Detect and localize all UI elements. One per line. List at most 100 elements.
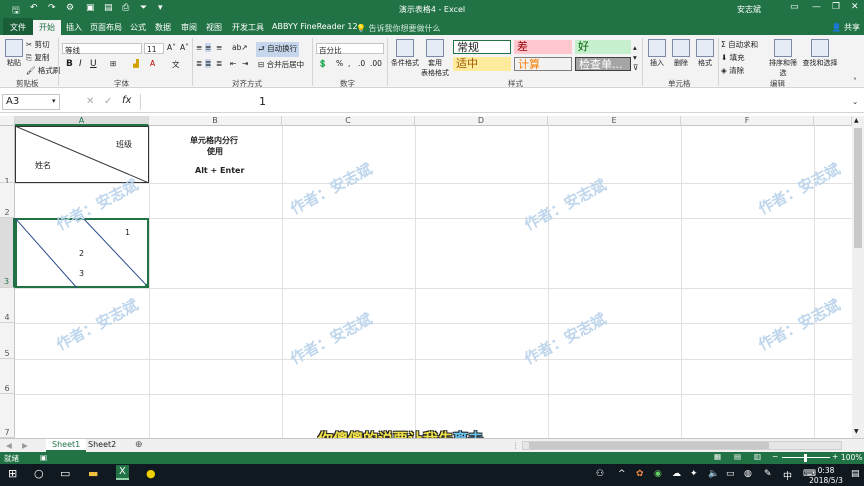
notification-icon[interactable]: ▤	[851, 469, 860, 479]
increase-indent-icon[interactable]: ⇥	[242, 59, 248, 68]
vertical-scrollbar[interactable]: ▲ ▼	[852, 116, 864, 438]
align-left-icon[interactable]: ≣	[196, 59, 202, 68]
tab-view[interactable]: 视图	[206, 22, 222, 33]
zoom-in-icon[interactable]: +	[832, 452, 838, 461]
column-header-a[interactable]: A	[15, 116, 149, 126]
row-header-4[interactable]: 4	[0, 288, 15, 323]
font-color-icon[interactable]: A	[150, 59, 155, 68]
prev-sheet-icon[interactable]: ◀	[6, 441, 12, 450]
style-calculation[interactable]: 计算	[514, 57, 572, 71]
fill-color-icon[interactable]: ▟	[133, 59, 139, 68]
minimize-icon[interactable]: —	[812, 2, 821, 12]
normal-view-icon[interactable]: ▦	[714, 452, 721, 461]
ribbon-display-icon[interactable]: ▭	[790, 2, 799, 12]
format-cells-button[interactable]: 格式	[694, 39, 716, 68]
tab-home[interactable]: 开始	[33, 20, 61, 35]
align-right-icon[interactable]: ≣	[216, 59, 222, 68]
volume-icon[interactable]: 🔈	[708, 469, 719, 479]
style-good[interactable]: 好	[575, 40, 631, 54]
expand-formula-icon[interactable]: ⌄	[852, 97, 858, 106]
add-sheet-icon[interactable]: ⊕	[135, 440, 143, 450]
merge-center-button[interactable]: ⊟ 合并后居中	[258, 59, 304, 70]
tab-data[interactable]: 数据	[155, 22, 171, 33]
network-icon[interactable]: ◍	[744, 469, 752, 479]
app-taskbar-icon[interactable]: ●	[146, 467, 156, 480]
tab-formulas[interactable]: 公式	[130, 22, 146, 33]
h-scroll-thumb[interactable]	[529, 442, 769, 449]
zoom-level[interactable]: 100%	[841, 453, 862, 462]
italic-button[interactable]: I	[79, 59, 82, 69]
font-name-select[interactable]: 等线	[62, 43, 142, 55]
scroll-thumb[interactable]	[854, 128, 862, 248]
name-box-dropdown-icon[interactable]: ▾	[52, 97, 56, 105]
style-bad[interactable]: 差	[514, 40, 572, 54]
paste-button[interactable]: 粘贴	[4, 39, 24, 68]
conditional-format-button[interactable]: 条件格式	[390, 39, 420, 68]
orientation-icon[interactable]: ab↗	[232, 43, 248, 52]
increase-font-icon[interactable]: A˄	[167, 43, 176, 52]
zoom-out-icon[interactable]: −	[772, 452, 778, 461]
styles-scroll-down-icon[interactable]: ▾	[633, 53, 637, 62]
column-header-c[interactable]: C	[282, 116, 415, 126]
delete-cells-button[interactable]: 删除	[670, 39, 692, 68]
tell-me-search[interactable]: 💡 告诉我你想要做什么	[356, 23, 441, 34]
column-header-b[interactable]: B	[149, 116, 282, 126]
sort-filter-button[interactable]: 排序和筛选	[766, 39, 800, 78]
sheet-tab-sheet2[interactable]: Sheet2	[82, 439, 122, 452]
styles-more-icon[interactable]: ⊽	[633, 63, 639, 72]
insert-function-icon[interactable]: fx	[122, 95, 131, 106]
format-painter-button[interactable]: 🖌 格式刷	[26, 65, 60, 76]
maximize-icon[interactable]: ❐	[832, 2, 840, 12]
tab-insert[interactable]: 插入	[66, 22, 82, 33]
align-center-icon[interactable]: ≣	[205, 59, 212, 68]
row-header-5[interactable]: 5	[0, 323, 15, 359]
people-icon[interactable]: ⚇	[596, 469, 604, 479]
style-normal[interactable]: 常规	[453, 40, 511, 54]
next-sheet-icon[interactable]: ▶	[22, 441, 28, 450]
find-select-button[interactable]: 查找和选择	[802, 39, 838, 68]
insert-cells-button[interactable]: 插入	[646, 39, 668, 68]
sheet-tab-sheet1[interactable]: Sheet1	[46, 439, 87, 452]
tab-abbyy[interactable]: ABBYY FineReader 12	[272, 22, 358, 31]
tab-developer[interactable]: 开发工具	[232, 22, 264, 33]
align-top-icon[interactable]: ≡	[196, 43, 202, 52]
zoom-slider-thumb[interactable]	[804, 454, 807, 462]
wechat-icon[interactable]: ◉	[654, 469, 662, 479]
enter-icon[interactable]: ✓	[104, 96, 112, 107]
page-layout-icon[interactable]: ▤	[734, 452, 741, 461]
cut-button[interactable]: ✂ 剪切	[26, 39, 50, 50]
ime-indicator[interactable]: 中	[783, 469, 792, 482]
cloud-icon[interactable]: ☁	[672, 469, 681, 479]
column-header-d[interactable]: D	[415, 116, 548, 126]
horizontal-scrollbar[interactable]	[522, 441, 842, 450]
task-view-icon[interactable]: ▭	[60, 467, 70, 480]
file-explorer-icon[interactable]: ▬	[88, 467, 98, 480]
clock-time[interactable]: 0:38	[806, 466, 846, 475]
decrease-indent-icon[interactable]: ⇤	[230, 59, 236, 68]
row-header-7[interactable]: 7	[0, 394, 15, 438]
style-neutral[interactable]: 适中	[453, 57, 511, 71]
windows-start-icon[interactable]: ⊞	[8, 467, 17, 480]
comma-icon[interactable]: ,	[348, 59, 350, 68]
underline-button[interactable]: U	[90, 59, 97, 69]
formula-input[interactable]: 1	[140, 94, 860, 110]
row-header-6[interactable]: 6	[0, 359, 15, 394]
select-all-corner[interactable]	[0, 116, 15, 126]
decrease-decimal-icon[interactable]: .00	[370, 59, 382, 68]
column-header-g[interactable]	[814, 116, 852, 126]
row-header-3[interactable]: 3	[0, 218, 15, 288]
clock-date[interactable]: 2018/5/3	[800, 476, 852, 485]
style-check-cell[interactable]: 检查单...	[575, 57, 631, 71]
tab-split-icon[interactable]: ⋮	[512, 441, 520, 450]
align-bottom-icon[interactable]: ≡	[216, 43, 222, 52]
format-as-table-button[interactable]: 套用 表格格式	[420, 39, 450, 78]
tab-review[interactable]: 审阅	[181, 22, 197, 33]
fill-button[interactable]: ⬇ 填充	[721, 52, 745, 63]
page-break-icon[interactable]: ▥	[754, 452, 761, 461]
pen-icon[interactable]: ✎	[764, 469, 772, 479]
wrap-text-button[interactable]: ⮐ 自动换行	[256, 42, 300, 57]
share-button[interactable]: 👤 共享	[831, 22, 860, 33]
worksheet-grid[interactable]: A B C D E F 1 2 3 4 5 6 7 班级 姓名 单元格内分行 使…	[0, 116, 852, 438]
decrease-font-icon[interactable]: A˅	[180, 43, 189, 52]
number-format-select[interactable]: 百分比	[316, 43, 384, 55]
